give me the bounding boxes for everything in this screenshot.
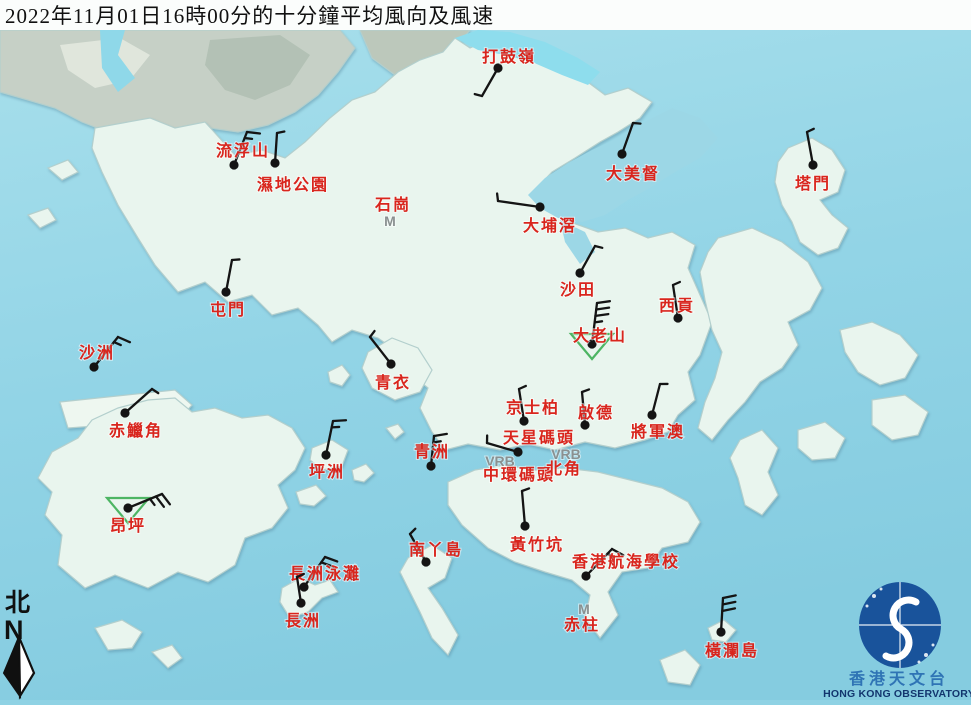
station-label: 西貢 [659, 297, 695, 315]
station-dot [123, 503, 132, 512]
wind-barb-half [433, 441, 440, 442]
station-label: 塔門 [795, 174, 831, 193]
station-dot [296, 598, 305, 607]
station: VRB北角 [546, 446, 582, 478]
station-dot [270, 158, 279, 167]
wind-barb-half [497, 194, 498, 201]
station-dot [575, 268, 584, 277]
station-dot [520, 521, 529, 530]
hko-logo-english: HONG KONG OBSERVATORY [823, 688, 971, 700]
title-bar: 2022年11月01日16時00分的十分鐘平均風向及風速 [0, 0, 971, 30]
station-label: 沙田 [560, 281, 596, 299]
station-label: 長洲泳灘 [289, 564, 361, 583]
hong-kong-wind-map: 打鼓嶺流浮山濕地公園M石崗大美督塔門大埔滘沙田屯門沙洲西貢大老山青衣赤鱲角京士柏… [0, 0, 971, 700]
station-dot [519, 416, 528, 425]
station-label: 中環碼頭 [483, 465, 555, 484]
station-note-VRB: VRB [551, 446, 581, 462]
station-label: 黃竹坑 [509, 535, 564, 554]
station-label: 橫瀾島 [705, 641, 759, 660]
wind-barb-half [277, 132, 284, 133]
station-label: 青衣 [375, 373, 411, 392]
station-dot [386, 359, 395, 368]
station-label: 京士柏 [506, 398, 560, 417]
wind-barb-full [333, 420, 346, 421]
weather-map-stage: 打鼓嶺流浮山濕地公園M石崗大美督塔門大埔滘沙田屯門沙洲西貢大老山青衣赤鱲角京士柏… [0, 0, 971, 700]
station-label: 沙洲 [79, 344, 115, 362]
station-dot [535, 202, 544, 211]
station-dot [229, 160, 238, 169]
station-dot [120, 408, 129, 417]
station-label: 啟德 [578, 403, 614, 422]
map-title: 2022年11月01日16時00分的十分鐘平均風向及風速 [0, 0, 494, 30]
hko-logo-chinese: 香港天文台 [848, 669, 949, 688]
station-label: 大美督 [606, 164, 660, 183]
station-label: 將軍澳 [631, 422, 685, 441]
station-label: 打鼓嶺 [482, 47, 536, 66]
station-label: 屯門 [210, 300, 246, 319]
north-chinese-label: 北 [5, 589, 30, 617]
station-label: 石崗 [374, 195, 411, 214]
station-dot [321, 450, 330, 459]
station-dot [426, 461, 435, 470]
station-dot [581, 571, 590, 580]
station-note-M: M [578, 601, 590, 617]
station-label: 流浮山 [216, 141, 270, 160]
wind-barb-half [245, 138, 252, 139]
wind-barb-full [247, 132, 260, 133]
station-label: 昂坪 [110, 517, 146, 535]
station-label: 大埔滘 [523, 216, 577, 235]
station-label: 坪洲 [309, 463, 345, 481]
wind-barb-half [595, 321, 602, 322]
station-label: 香港航海學校 [571, 552, 680, 571]
station-dot [221, 287, 230, 296]
station-label: 南丫島 [409, 540, 463, 559]
station-dot [647, 410, 656, 419]
wind-barb-half [633, 123, 640, 124]
station-dot [89, 362, 98, 371]
station-label: 長洲 [285, 612, 321, 630]
station-dot [716, 627, 725, 636]
station-dot [617, 149, 626, 158]
station-label: 青洲 [414, 442, 450, 461]
station-label: 大老山 [573, 326, 627, 345]
station-label: 天星碼頭 [503, 429, 575, 447]
station-label: 北角 [546, 459, 582, 478]
station-label: 赤鱲角 [109, 421, 163, 440]
station-dot [808, 160, 817, 169]
wind-barb-half [232, 259, 239, 260]
station-dot [299, 582, 308, 591]
station-label: 赤柱 [564, 615, 600, 634]
station-note-M: M [384, 213, 396, 229]
station-label: 濕地公園 [257, 175, 329, 194]
